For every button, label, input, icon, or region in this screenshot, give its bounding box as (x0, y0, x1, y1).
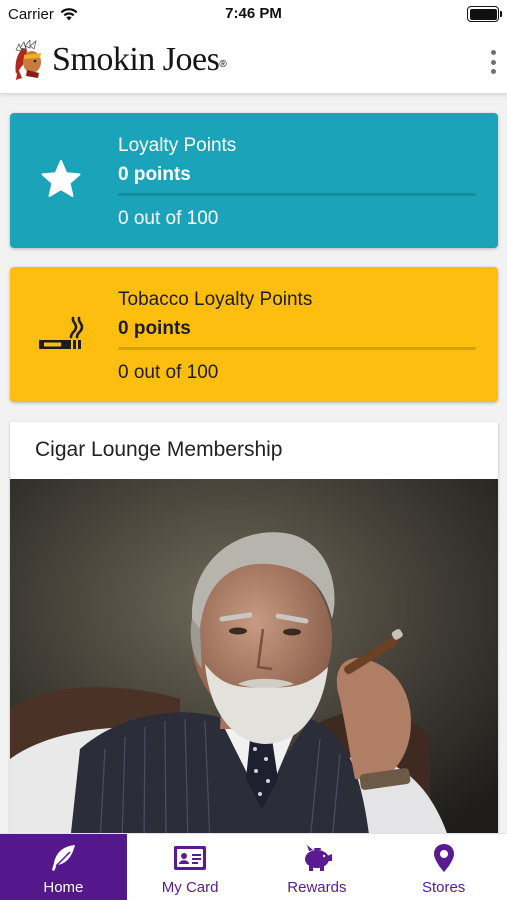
piggy-bank-icon (304, 845, 332, 871)
more-options-button[interactable] (487, 50, 499, 74)
battery-icon (467, 6, 502, 22)
status-bar: Carrier 7:46 PM (0, 0, 507, 30)
tobacco-progress-bar (118, 347, 476, 350)
app-header: Smokin Joes ® (0, 30, 507, 94)
tobacco-points-title: Tobacco Loyalty Points (118, 289, 313, 310)
feather-icon (52, 845, 76, 871)
loyalty-points-title: Loyalty Points (118, 135, 237, 156)
tab-my-card[interactable]: My Card (127, 834, 254, 900)
tobacco-points-value: 0 points (118, 318, 191, 339)
id-card-icon (174, 846, 207, 870)
brand-logo[interactable]: Smokin Joes ® (12, 40, 227, 80)
bottom-tab-bar: Home My Card Rewards Stores (0, 833, 507, 900)
tab-stores-label: Stores (421, 879, 466, 896)
tab-rewards-label: Rewards (287, 879, 347, 896)
tab-stores[interactable]: Stores (380, 834, 507, 900)
tab-rewards[interactable]: Rewards (254, 834, 381, 900)
tobacco-progress-text: 0 out of 100 (118, 362, 219, 383)
loyalty-points-card[interactable]: Loyalty Points 0 points 0 out of 100 (10, 113, 498, 248)
star-icon (41, 160, 81, 197)
loyalty-progress-bar (118, 193, 476, 196)
cigarette-icon (39, 316, 84, 349)
tab-home[interactable]: Home (0, 834, 127, 900)
tobacco-points-card[interactable]: Tobacco Loyalty Points 0 points 0 out of… (10, 267, 498, 402)
status-time: 7:46 PM (225, 5, 282, 22)
location-pin-icon (433, 844, 454, 872)
loyalty-progress-text: 0 out of 100 (118, 208, 219, 229)
membership-title: Cigar Lounge Membership (35, 438, 283, 461)
cigar-lounge-membership-card[interactable]: Cigar Lounge Membership (10, 422, 498, 842)
app-screen: Carrier 7:46 PM Smokin Joes ® Loyalty Po… (0, 0, 507, 900)
cigar-smoker-photo (10, 479, 498, 842)
brand-name: Smokin Joes (52, 41, 220, 78)
more-vertical-icon (490, 50, 496, 55)
tab-my-card-label: My Card (161, 879, 219, 896)
loyalty-points-value: 0 points (118, 164, 191, 185)
chief-headdress-icon (15, 40, 41, 80)
registered-mark: ® (219, 59, 227, 70)
tab-home-label: Home (43, 879, 84, 896)
